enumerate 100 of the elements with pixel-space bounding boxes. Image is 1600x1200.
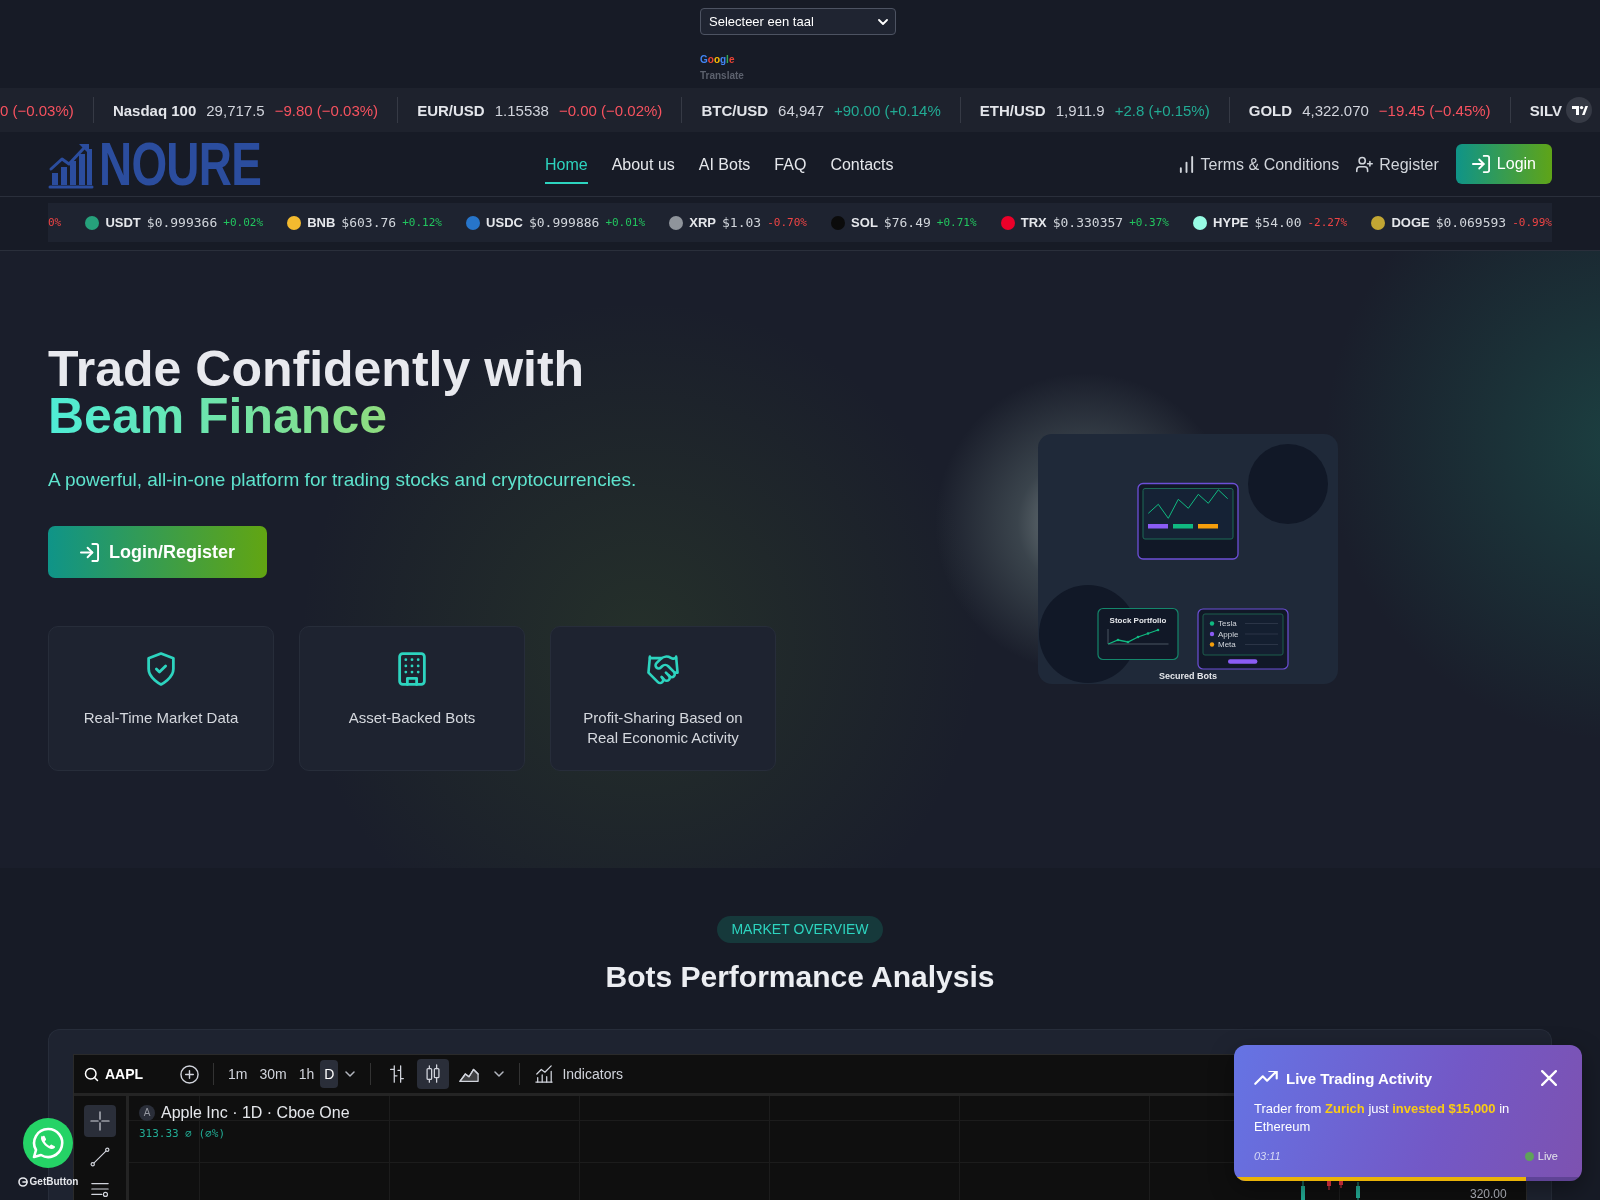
coin-price: $0.330357 xyxy=(1052,215,1124,230)
legend-label: Tesla xyxy=(1218,618,1237,628)
legend-label: Apple xyxy=(1218,629,1239,639)
coin-symbol[interactable]: HYPE xyxy=(1213,215,1249,230)
coin-change: +0.01% xyxy=(605,216,646,229)
chart-title: Apple Inc · 1D · Cboe One xyxy=(161,1103,350,1123)
coin-change: 0% xyxy=(48,216,62,229)
toast-time: 03:11 xyxy=(1254,1150,1281,1162)
header-link[interactable]: Terms & Conditions xyxy=(1177,154,1340,174)
symbol-search[interactable]: AAPL xyxy=(82,1059,174,1089)
trend-up-icon xyxy=(1254,1070,1278,1086)
coin-symbol[interactable]: DOGE xyxy=(1391,215,1430,230)
coin-change: +0.37% xyxy=(1129,216,1169,229)
logo-icon xyxy=(17,1177,28,1187)
pill-button-drawing xyxy=(1228,658,1258,664)
plus-circle-icon[interactable] xyxy=(180,1064,199,1084)
ticker-change: +2.8 (+0.15%) xyxy=(1114,101,1210,119)
login-icon xyxy=(1471,155,1490,173)
ticker-price: 1,911.9 xyxy=(1055,101,1105,119)
candle xyxy=(1356,1181,1360,1200)
toast-message: Trader from Zurich just invested $15,000 in Ethereum xyxy=(1254,1100,1511,1136)
brand-label: Google xyxy=(700,54,735,66)
header-link[interactable]: Register xyxy=(1356,154,1439,174)
portfolio-card-title: Stock Portfolio xyxy=(1109,615,1167,625)
nav-link[interactable]: FAQ xyxy=(774,144,807,184)
interval-button[interactable]: D xyxy=(320,1060,339,1088)
coin-change: -2.27% xyxy=(1307,216,1348,229)
ticker-price: 1.15538 xyxy=(494,101,549,119)
coin-symbol[interactable]: SOL xyxy=(851,215,878,230)
nav-link[interactable]: About us xyxy=(611,144,675,184)
bar-chart-icon xyxy=(1177,155,1195,173)
close-button[interactable] xyxy=(1540,1069,1558,1087)
coin-price: $0.069593 xyxy=(1435,215,1507,230)
coin-symbol[interactable]: BNB xyxy=(307,215,336,230)
building-icon xyxy=(396,652,428,686)
price-axis-label: 320.00 xyxy=(1470,1187,1507,1200)
ticker-symbol[interactable]: Nasdaq 100 xyxy=(112,101,197,119)
search-icon xyxy=(84,1066,99,1082)
phone-chat-icon[interactable] xyxy=(23,1118,73,1168)
status-dot-icon xyxy=(1524,1151,1534,1161)
language-select[interactable]: Selecteer een taal xyxy=(700,8,896,35)
coin-change: -0.70% xyxy=(767,216,807,229)
feature-label: Real-Time Market Data xyxy=(83,708,239,728)
chart-legend-value: 313.33 ∅ (∅%) xyxy=(139,1127,226,1141)
user-plus-icon xyxy=(1356,155,1374,173)
interval-button[interactable]: 1m xyxy=(222,1060,254,1088)
login-icon xyxy=(80,542,99,562)
ticker-change: −9.80 (−0.03%) xyxy=(274,101,379,119)
caret-icon[interactable] xyxy=(345,1071,356,1077)
crosshair-icon xyxy=(90,1111,110,1131)
ticker-price: 29,717.5 xyxy=(206,101,265,119)
coin-change: -0.99% xyxy=(1512,216,1552,229)
widget-label[interactable]: GetButton xyxy=(29,1176,79,1188)
ticker-change: −19.45 (−0.45%) xyxy=(1378,101,1491,119)
close-icon xyxy=(1541,1070,1557,1086)
caret-icon xyxy=(878,18,888,25)
coin-change: +0.02% xyxy=(223,216,263,229)
coin-price: $1.03 xyxy=(722,215,762,230)
brand-caption: Translate xyxy=(700,70,744,82)
interval-button[interactable]: 1h xyxy=(292,1060,321,1088)
coin-price: $603.76 xyxy=(341,215,397,230)
ticker-symbol[interactable]: SILV xyxy=(1529,101,1562,119)
illustration-caption: Secured Bots xyxy=(1159,670,1217,680)
indicators-button[interactable]: Indicators xyxy=(528,1059,630,1089)
indicators-icon xyxy=(534,1065,555,1083)
ticker-change: −0.00 (−0.02%) xyxy=(558,101,663,119)
caret-icon[interactable] xyxy=(494,1071,505,1077)
coin-change: +0.12% xyxy=(402,216,442,229)
logo-icon[interactable] xyxy=(1566,97,1592,123)
feature-label: Profit-Sharing Based on Real Economic Activity xyxy=(582,708,744,748)
shield-check-icon xyxy=(145,652,177,686)
coin-price: $54.00 xyxy=(1254,215,1302,230)
ticker-symbol[interactable]: ETH/USD xyxy=(979,101,1046,119)
coin-change: +0.71% xyxy=(936,216,977,229)
section-badge: MARKET OVERVIEW xyxy=(717,916,883,943)
coin-price: $76.49 xyxy=(883,215,931,230)
status-label: Live xyxy=(1537,1150,1558,1162)
toast-title: Live Trading Activity xyxy=(1286,1069,1433,1087)
coin-price: $0.999886 xyxy=(528,215,600,230)
ticker-change: +90.00 (+0.14% xyxy=(834,101,941,119)
coin-symbol[interactable]: USDT xyxy=(105,215,141,230)
ticker-symbol[interactable]: BTC/USD xyxy=(701,101,769,119)
coin-symbol[interactable]: USDC xyxy=(486,215,523,230)
nav-link[interactable]: Contacts xyxy=(830,144,894,184)
nav-link[interactable]: Home xyxy=(544,144,588,184)
exchange-badge: A xyxy=(139,1105,155,1121)
hero-title: Trade Confidently with Beam Finance xyxy=(48,346,585,440)
hero-subtitle: A powerful, all-in-one platform for trading stocks and cryptocurrencies. xyxy=(48,468,637,492)
nav-link[interactable]: AI Bots xyxy=(698,144,751,184)
growth-chart-drawing xyxy=(1107,628,1169,645)
chart-type-button[interactable] xyxy=(417,1059,450,1089)
coin-symbol[interactable]: TRX xyxy=(1020,215,1047,230)
coin-symbol[interactable]: XRP xyxy=(689,215,717,230)
interval-button[interactable]: 30m xyxy=(253,1060,293,1088)
legend-label: Meta xyxy=(1218,639,1236,649)
section-title: Bots Performance Analysis xyxy=(605,959,995,995)
ticker-price: 64,947 xyxy=(778,101,824,119)
ticker-symbol[interactable]: GOLD xyxy=(1248,101,1293,119)
feature-label: Asset-Backed Bots xyxy=(348,708,476,728)
ticker-symbol[interactable]: EUR/USD xyxy=(417,101,485,119)
